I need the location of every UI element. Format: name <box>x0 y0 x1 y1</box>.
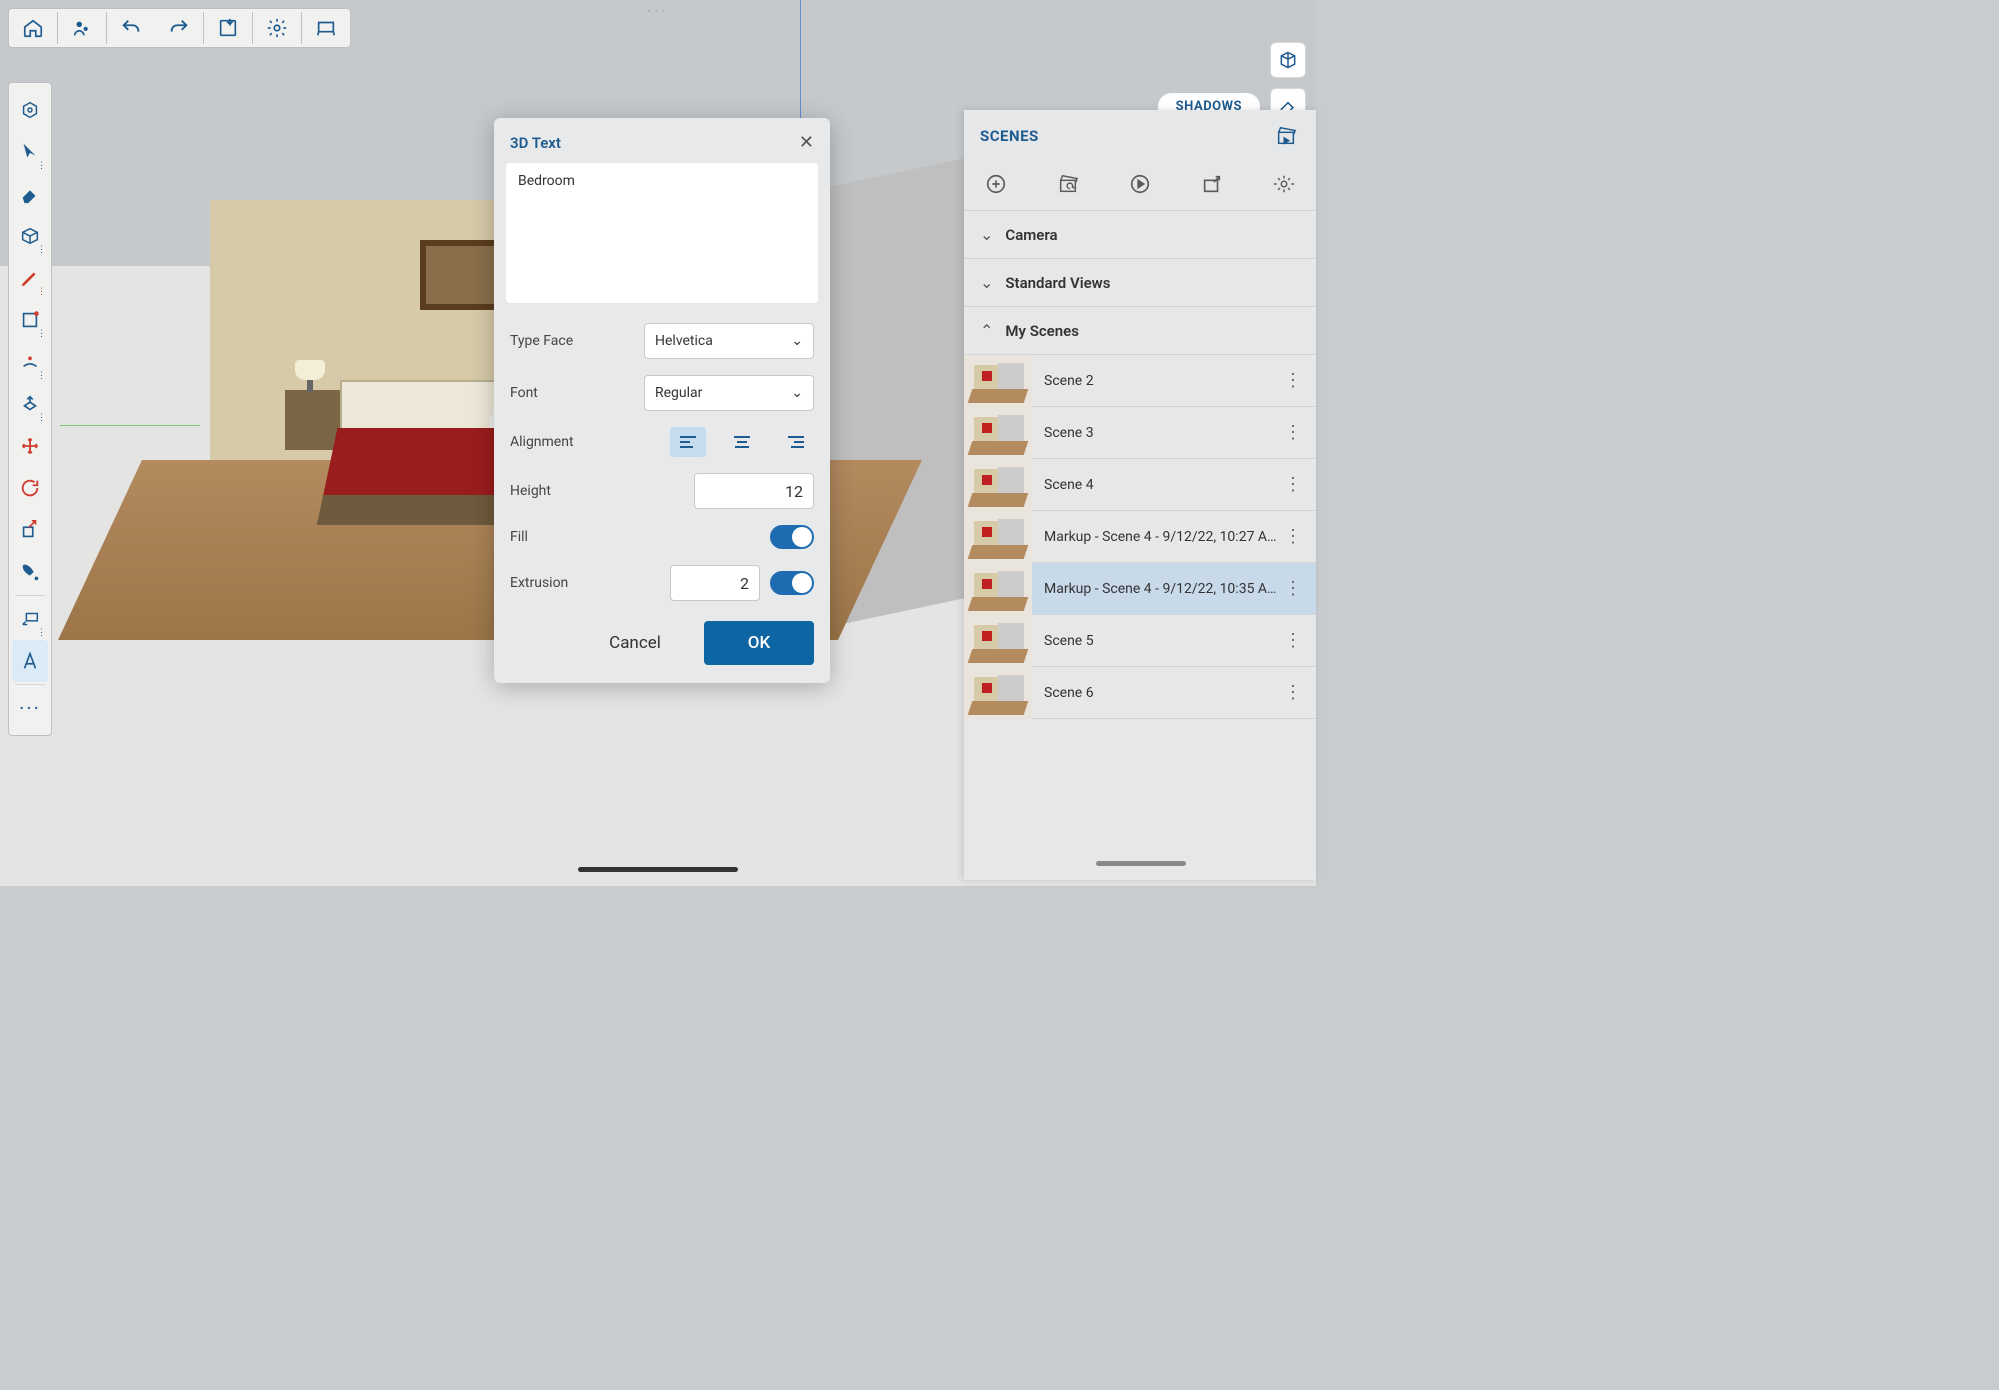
font-select[interactable]: Regular ⌄ <box>644 375 814 411</box>
scene-name-label: Scene 4 <box>1032 477 1278 493</box>
scene-name-label: Markup - Scene 4 - 9/12/22, 10:27 AM <box>1032 529 1278 545</box>
height-input[interactable]: 12 <box>694 473 814 509</box>
3d-text-tool-icon[interactable] <box>12 640 48 682</box>
scene-item[interactable]: Markup - Scene 4 - 9/12/22, 10:27 AM⋮ <box>964 511 1316 563</box>
typeface-label: Type Face <box>510 333 573 349</box>
more-icon[interactable]: ⋮ <box>1278 370 1308 391</box>
export-scene-icon[interactable] <box>1198 170 1226 198</box>
scene-item[interactable]: Scene 3⋮ <box>964 407 1316 459</box>
scene-thumbnail <box>964 563 1032 615</box>
settings-button[interactable] <box>253 9 301 47</box>
more-tools-icon[interactable]: ··· <box>12 687 48 729</box>
scene-item[interactable]: Scene 5⋮ <box>964 615 1316 667</box>
import-button[interactable] <box>204 9 252 47</box>
scene-thumbnail <box>964 355 1032 407</box>
arc-tool-icon[interactable]: ⋮ <box>12 341 48 383</box>
scene-list: Scene 2⋮Scene 3⋮Scene 4⋮Markup - Scene 4… <box>964 355 1316 719</box>
top-toolbar <box>8 8 351 48</box>
scene-thumbnail <box>964 615 1032 667</box>
redo-button[interactable] <box>155 9 203 47</box>
move-tool-icon[interactable] <box>12 425 48 467</box>
more-icon[interactable]: ⋮ <box>1278 682 1308 703</box>
orbit-tool-icon[interactable] <box>12 89 48 131</box>
scene-thumbnail <box>964 459 1032 511</box>
undo-button[interactable] <box>107 9 155 47</box>
pencil-tool-icon[interactable]: ⋮ <box>12 257 48 299</box>
scene-item[interactable]: Scene 4⋮ <box>964 459 1316 511</box>
dimension-tool-icon[interactable]: ⋮ <box>12 598 48 640</box>
paint-tool-icon[interactable] <box>12 551 48 593</box>
play-scene-icon[interactable] <box>1126 170 1154 198</box>
align-center-button[interactable] <box>724 427 760 457</box>
my-scenes-section[interactable]: ⌃ My Scenes <box>964 307 1316 355</box>
more-icon[interactable]: ⋮ <box>1278 630 1308 651</box>
home-indicator <box>578 867 738 872</box>
dialog-title: 3D Text <box>510 134 561 152</box>
pushpull-tool-icon[interactable]: ⋮ <box>12 383 48 425</box>
more-icon[interactable]: ⋮ <box>1278 422 1308 443</box>
text-input[interactable]: Bedroom <box>506 163 818 303</box>
ok-button[interactable]: OK <box>704 621 814 665</box>
chevron-down-icon: ⌄ <box>791 333 803 349</box>
panel-resize-handle[interactable] <box>1096 861 1186 866</box>
scenes-clapper-icon[interactable] <box>1272 122 1300 150</box>
rectangle-tool-icon[interactable]: ⋮ <box>12 215 48 257</box>
height-label: Height <box>510 483 551 499</box>
fill-toggle[interactable] <box>770 525 814 549</box>
3d-text-dialog: 3D Text ✕ Bedroom Type Face Helvetica ⌄ … <box>494 118 830 683</box>
extrusion-label: Extrusion <box>510 575 568 591</box>
scenes-title: SCENES <box>980 127 1039 145</box>
scene-item[interactable]: Scene 6⋮ <box>964 667 1316 719</box>
home-button[interactable] <box>9 9 57 47</box>
cube-icon[interactable] <box>1270 42 1306 78</box>
chevron-down-icon: ⌄ <box>980 225 993 244</box>
fill-label: Fill <box>510 529 528 545</box>
select-tool-icon[interactable]: ⋮ <box>12 131 48 173</box>
chevron-down-icon: ⌄ <box>791 385 803 401</box>
window-grabber[interactable]: ••• <box>647 4 668 18</box>
scene-item[interactable]: Scene 2⋮ <box>964 355 1316 407</box>
scene-name-label: Scene 5 <box>1032 633 1278 649</box>
left-toolbar: ⋮ ⋮ ⋮ ⋮ ⋮ ⋮ ⋮ ··· <box>8 82 52 736</box>
scene-name-label: Scene 3 <box>1032 425 1278 441</box>
alignment-label: Alignment <box>510 434 574 450</box>
typeface-select[interactable]: Helvetica ⌄ <box>644 323 814 359</box>
update-scene-icon[interactable] <box>1054 170 1082 198</box>
more-icon[interactable]: ⋮ <box>1278 474 1308 495</box>
shape-tool-icon[interactable]: ⋮ <box>12 299 48 341</box>
cancel-button[interactable]: Cancel <box>580 621 690 665</box>
add-scene-icon[interactable] <box>982 170 1010 198</box>
more-icon[interactable]: ⋮ <box>1278 526 1308 547</box>
eraser-tool-icon[interactable] <box>12 173 48 215</box>
camera-section[interactable]: ⌄ Camera <box>964 211 1316 259</box>
align-left-button[interactable] <box>670 427 706 457</box>
scene-name-label: Scene 6 <box>1032 685 1278 701</box>
more-icon[interactable]: ⋮ <box>1278 578 1308 599</box>
rotate-tool-icon[interactable] <box>12 467 48 509</box>
scene-name-label: Markup - Scene 4 - 9/12/22, 10:35 AM <box>1032 581 1278 597</box>
scale-tool-icon[interactable] <box>12 509 48 551</box>
scene-thumbnail <box>964 511 1032 563</box>
scene-thumbnail <box>964 667 1032 719</box>
scenes-settings-icon[interactable] <box>1270 170 1298 198</box>
close-icon[interactable]: ✕ <box>799 132 814 153</box>
extrusion-input[interactable]: 2 <box>670 565 760 601</box>
chevron-down-icon: ⌄ <box>980 273 993 292</box>
presentation-button[interactable] <box>302 9 350 47</box>
align-right-button[interactable] <box>778 427 814 457</box>
share-button[interactable] <box>58 9 106 47</box>
scene-item[interactable]: Markup - Scene 4 - 9/12/22, 10:35 AM⋮ <box>964 563 1316 615</box>
standard-views-section[interactable]: ⌄ Standard Views <box>964 259 1316 307</box>
extrusion-toggle[interactable] <box>770 571 814 595</box>
scene-name-label: Scene 2 <box>1032 373 1278 389</box>
chevron-up-icon: ⌃ <box>980 321 993 340</box>
font-label: Font <box>510 385 538 401</box>
scene-thumbnail <box>964 407 1032 459</box>
scenes-panel: SCENES ⌄ Camera ⌄ Standard Views ⌃ My Sc… <box>964 110 1316 880</box>
